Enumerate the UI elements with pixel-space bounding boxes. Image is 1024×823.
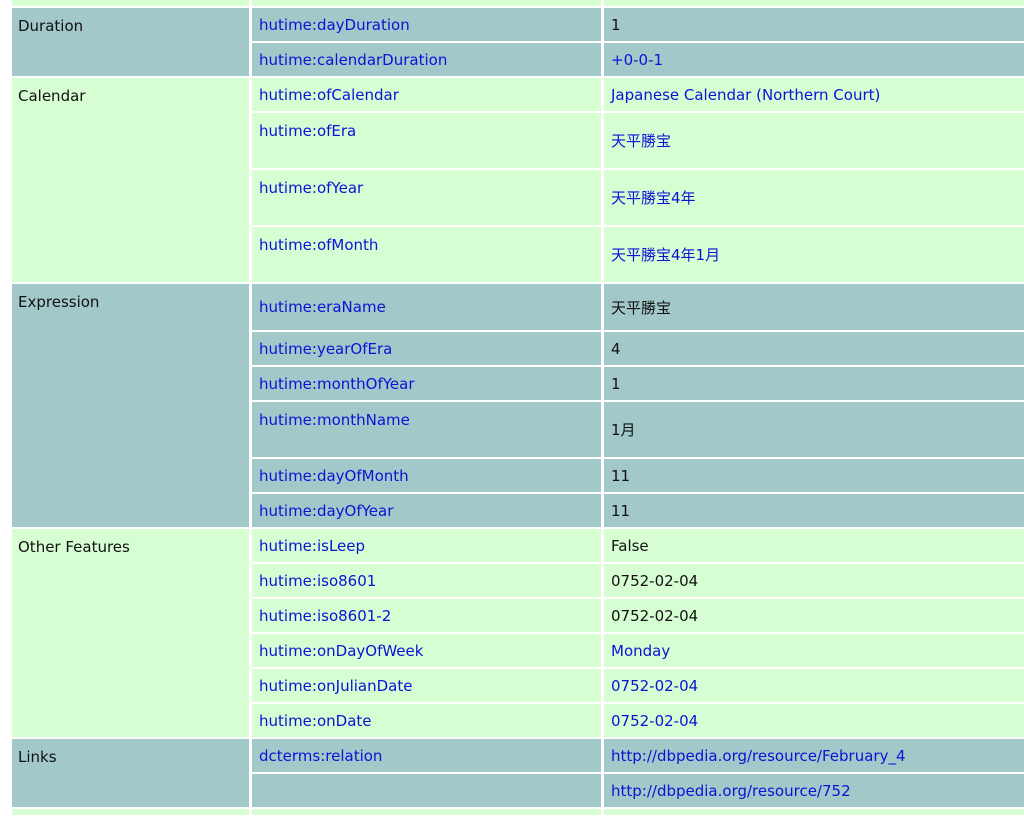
group-label-duration: Duration	[12, 8, 252, 78]
value-cell: Monday	[604, 634, 1024, 669]
value-link[interactable]: 天平勝宝4年1月	[611, 246, 720, 264]
group-label-calendar: Calendar	[12, 78, 252, 284]
property-cell: hutime:dayOfMonth	[252, 459, 604, 494]
value-text: 天平勝宝	[611, 298, 672, 317]
value-link[interactable]: 天平勝宝4年	[611, 189, 696, 207]
property-link[interactable]: hutime:dayOfYear	[259, 502, 393, 520]
property-link[interactable]: hutime:iso8601	[259, 572, 376, 590]
value-text: 4	[611, 339, 621, 358]
value-text: 1	[611, 374, 621, 393]
property-cell: hutime:monthOfYear	[252, 367, 604, 402]
table-row: Calendar hutime:ofCalendar Japanese Calend…	[12, 78, 1024, 284]
property-cell: hutime:eraName	[252, 284, 604, 332]
value-text: 0752-02-04	[611, 606, 699, 625]
value-link[interactable]: http://dbpedia.org/resource/752	[611, 782, 851, 800]
value-link[interactable]: 0752-02-04	[611, 677, 698, 695]
value-cell: False	[604, 529, 1024, 564]
properties-table-body: Duration hutime:dayDuration 1 hutime:calend…	[12, 0, 1024, 817]
property-cell: hutime:ofEra	[252, 113, 604, 170]
property-cell: hutime:iso8601-2	[252, 599, 604, 634]
property-link[interactable]: hutime:monthOfYear	[259, 375, 415, 393]
property-link[interactable]: hutime:iso8601-2	[259, 607, 391, 625]
property-cell: hutime:ofYear	[252, 170, 604, 227]
value-cell: 0752-02-04	[604, 564, 1024, 599]
property-link[interactable]: hutime:yearOfEra	[259, 340, 392, 358]
table-row: Expression hutime:eraName 天平勝宝	[12, 284, 1024, 529]
value-cell: 0752-02-04	[604, 599, 1024, 634]
value-link[interactable]: +0-0-1	[611, 51, 663, 69]
value-cell: +0-0-1	[604, 43, 1024, 78]
property-link[interactable]: hutime:dayOfMonth	[259, 467, 409, 485]
table-row: Duration hutime:dayDuration 1	[12, 8, 1024, 78]
property-cell: hutime:iso8601	[252, 564, 604, 599]
property-cell: hutime:ofMonth	[252, 227, 604, 284]
property-cell: hutime:onDate	[252, 704, 604, 739]
property-link[interactable]: hutime:isLeep	[259, 537, 365, 555]
value-link[interactable]: 天平勝宝	[611, 132, 671, 150]
value-cell: 1月	[604, 402, 1024, 459]
value-cell: 0752-02-04	[604, 704, 1024, 739]
value-cell: 4	[604, 332, 1024, 367]
value-cell: 天平勝宝4年1月	[604, 227, 1024, 284]
group-label-other-features: Other Features	[12, 529, 252, 739]
property-link[interactable]: hutime:onJulianDate	[259, 677, 412, 695]
group-label-expression: Expression	[12, 284, 252, 529]
value-cell: 11	[604, 494, 1024, 529]
value-cell: Japanese Calendar (Northern Court)	[604, 78, 1024, 113]
value-link[interactable]: http://dbpedia.org/resource/February_4	[611, 747, 906, 765]
value-link[interactable]: Monday	[611, 642, 670, 660]
property-link[interactable]: hutime:onDate	[259, 712, 372, 730]
property-cell: hutime:ofCalendar	[252, 78, 604, 113]
group-label-links: Links	[12, 739, 252, 809]
value-link[interactable]: Japanese Calendar (Northern Court)	[611, 86, 880, 104]
table-row: Other Features hutime:isLeep False	[12, 529, 1024, 739]
property-cell: hutime:isLeep	[252, 529, 604, 564]
property-link[interactable]: hutime:onDayOfWeek	[259, 642, 423, 660]
property-cell: hutime:dayOfYear	[252, 494, 604, 529]
value-cell: 1	[604, 8, 1024, 43]
value-link[interactable]: 0752-02-04	[611, 712, 698, 730]
property-link[interactable]: hutime:ofYear	[259, 179, 363, 197]
value-text: 11	[611, 466, 631, 485]
value-cell: 11	[604, 459, 1024, 494]
value-cell: 天平勝宝	[604, 113, 1024, 170]
property-link[interactable]: hutime:calendarDuration	[259, 51, 447, 69]
property-link[interactable]: hutime:ofEra	[259, 122, 356, 140]
value-text: 1	[611, 15, 621, 34]
table-bottom-strip	[12, 809, 1024, 817]
property-cell: hutime:yearOfEra	[252, 332, 604, 367]
property-cell: hutime:onJulianDate	[252, 669, 604, 704]
property-link[interactable]: hutime:ofMonth	[259, 236, 378, 254]
property-link[interactable]: hutime:ofCalendar	[259, 86, 399, 104]
property-cell: hutime:calendarDuration	[252, 43, 604, 78]
value-cell: 0752-02-04	[604, 669, 1024, 704]
value-cell: 1	[604, 367, 1024, 402]
value-cell: 天平勝宝4年	[604, 170, 1024, 227]
value-cell: 天平勝宝	[604, 284, 1024, 332]
value-text: 0752-02-04	[611, 571, 699, 590]
value-text: 11	[611, 501, 631, 520]
property-link[interactable]: hutime:monthName	[259, 411, 410, 429]
property-cell	[252, 774, 604, 809]
property-link[interactable]: hutime:eraName	[259, 298, 386, 316]
property-cell: dcterms:relation	[252, 739, 604, 774]
property-cell: hutime:dayDuration	[252, 8, 604, 43]
properties-table-container: Duration hutime:dayDuration 1 hutime:calend…	[12, 0, 1024, 823]
value-cell: http://dbpedia.org/resource/752	[604, 774, 1024, 809]
property-link[interactable]: hutime:dayDuration	[259, 16, 410, 34]
value-text: 1月	[611, 421, 636, 439]
table-top-strip	[12, 0, 1024, 8]
property-link[interactable]: dcterms:relation	[259, 747, 382, 765]
property-cell: hutime:monthName	[252, 402, 604, 459]
value-text: False	[611, 536, 649, 555]
property-cell: hutime:onDayOfWeek	[252, 634, 604, 669]
table-row: Links dcterms:relation http://dbpedia.org/…	[12, 739, 1024, 809]
value-cell: http://dbpedia.org/resource/February_4	[604, 739, 1024, 774]
properties-table: Duration hutime:dayDuration 1 hutime:calend…	[12, 0, 1024, 817]
